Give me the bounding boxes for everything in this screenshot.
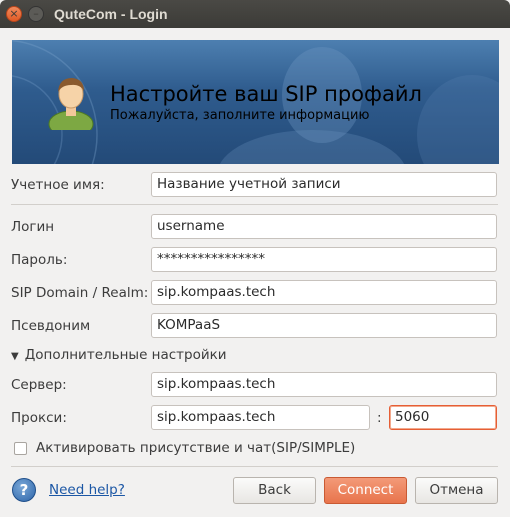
server-label: Сервер: bbox=[11, 377, 67, 393]
proxy-field[interactable]: sip.kompaas.tech bbox=[151, 405, 370, 430]
close-window-button[interactable]: × bbox=[6, 6, 22, 22]
login-label: Логин bbox=[11, 219, 55, 235]
banner-title: Настройте ваш SIP профайл bbox=[110, 82, 422, 106]
separator bbox=[11, 204, 498, 205]
login-field[interactable]: username bbox=[151, 214, 497, 239]
banner-subtitle: Пожалуйста, заполните информацию bbox=[110, 108, 370, 123]
title-bar: × – QuteCom - Login bbox=[0, 0, 510, 28]
sip-domain-label: SIP Domain / Realm: bbox=[11, 285, 149, 301]
sip-domain-field[interactable]: sip.kompaas.tech bbox=[151, 280, 497, 305]
account-name-label: Учетное имя: bbox=[11, 177, 105, 193]
port-separator: : bbox=[377, 410, 382, 426]
password-field[interactable]: **************** bbox=[151, 247, 497, 272]
alias-label: Псевдоним bbox=[11, 318, 91, 334]
proxy-label: Прокси: bbox=[11, 410, 67, 426]
account-name-field[interactable]: Название учетной записи bbox=[151, 172, 497, 197]
presence-checkbox-label[interactable]: Активировать присутствие и чат(SIP/SIMPL… bbox=[36, 440, 355, 456]
close-icon: × bbox=[9, 7, 19, 20]
server-field[interactable]: sip.kompaas.tech bbox=[151, 372, 497, 397]
password-label: Пароль: bbox=[11, 252, 68, 268]
connect-button[interactable]: Connect bbox=[324, 477, 407, 504]
back-button[interactable]: Back bbox=[233, 477, 316, 504]
presence-checkbox[interactable] bbox=[14, 442, 27, 455]
user-avatar-icon bbox=[48, 78, 94, 130]
proxy-port-field[interactable]: 5060 bbox=[389, 405, 497, 430]
minimize-window-button[interactable]: – bbox=[28, 6, 44, 22]
window-title: QuteCom - Login bbox=[54, 6, 168, 22]
header-banner: Настройте ваш SIP профайл Пожалуйста, за… bbox=[12, 40, 499, 164]
help-icon[interactable]: ? bbox=[12, 478, 36, 502]
cancel-button[interactable]: Отмена bbox=[415, 477, 498, 504]
footer-separator bbox=[11, 466, 498, 467]
help-link[interactable]: Need help? bbox=[49, 482, 125, 498]
alias-field[interactable]: KOMPaaS bbox=[151, 313, 497, 338]
minimize-icon: – bbox=[33, 7, 39, 20]
advanced-settings-toggle[interactable]: ▼ Дополнительные настройки bbox=[11, 347, 227, 363]
advanced-settings-label: Дополнительные настройки bbox=[24, 347, 227, 363]
triangle-down-icon: ▼ bbox=[11, 351, 19, 362]
